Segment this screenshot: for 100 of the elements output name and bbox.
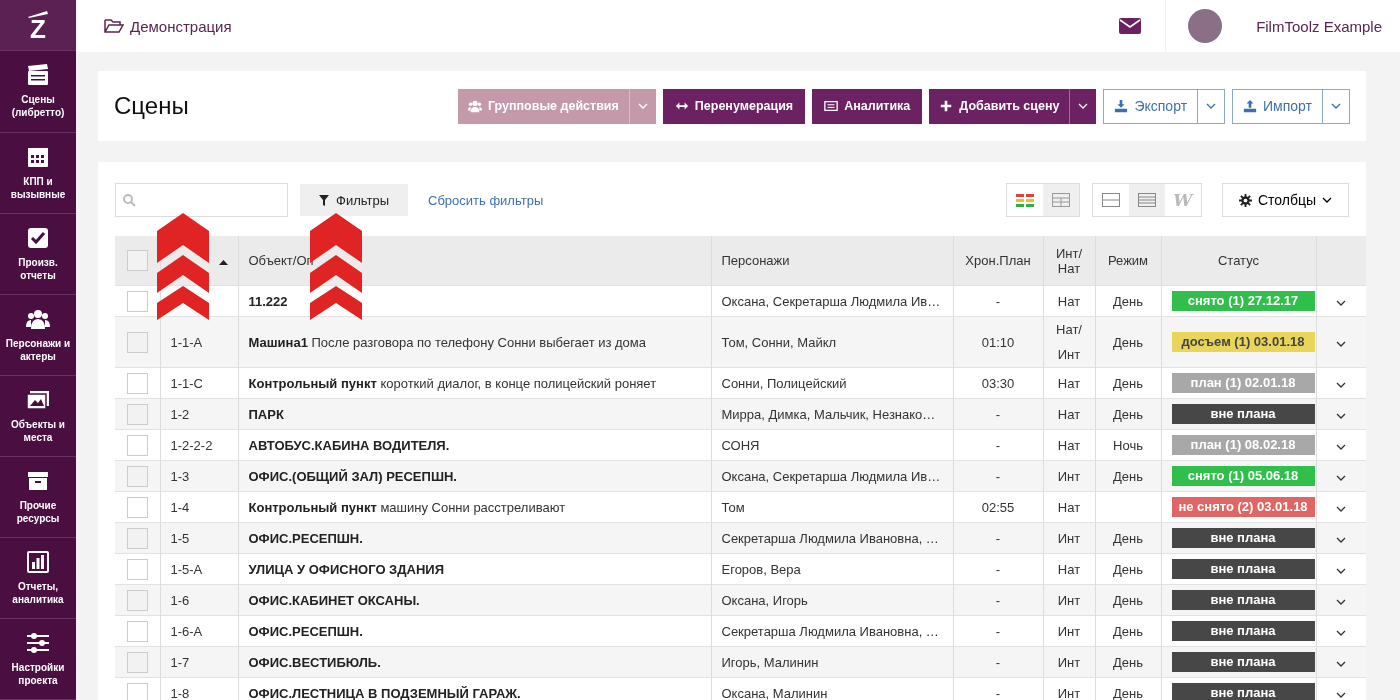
table-cell: Нат <box>1057 561 1081 577</box>
table-cell: Нат <box>1057 499 1081 515</box>
sidebar-item[interactable]: Отчеты, аналитика <box>0 537 76 619</box>
row-checkbox[interactable] <box>126 465 148 487</box>
expand-chevron-icon <box>1336 660 1347 667</box>
table-cell: - <box>995 592 1001 608</box>
search-field[interactable] <box>115 183 288 217</box>
group-icon <box>468 99 482 113</box>
clapperboard-icon <box>26 63 50 88</box>
table-cell: - <box>995 293 1001 309</box>
columns-button[interactable]: Столбцы <box>1221 183 1349 217</box>
row-checkbox[interactable] <box>126 651 148 673</box>
search-icon <box>123 193 136 207</box>
column-header[interactable]: Объект/Оп <box>248 253 314 268</box>
table-cell: Нат <box>1057 406 1081 422</box>
row-checkbox[interactable] <box>126 434 148 456</box>
table-cell: ОФИС.ЛЕСТНИЦА В ПОДЗЕМНЫЙ ГАРАЖ. <box>248 685 521 700</box>
action-button[interactable]: Импорт <box>1232 88 1323 124</box>
expand-chevron-icon <box>1336 412 1347 419</box>
column-header[interactable]: Персонажи <box>721 253 790 268</box>
status-badge: досъем (1) 03.01.18 <box>1171 332 1315 352</box>
colored-grid-icon <box>1015 193 1034 207</box>
table-cell: СОНЯ <box>721 437 760 453</box>
expand-chevron-icon <box>1336 629 1347 636</box>
upload-icon <box>1243 99 1258 113</box>
sidebar-item[interactable]: Объекты и места <box>0 375 76 457</box>
expand-chevron-icon <box>1336 691 1347 698</box>
table-cell: Нат <box>1057 437 1081 453</box>
table-cell: 1-3 <box>170 468 190 484</box>
table-cell: 1-8 <box>170 685 190 700</box>
table-cell: ОФИС.КАБИНЕТ ОКСАНЫ. <box>248 592 420 608</box>
table-cell: Том <box>721 499 745 515</box>
sidebar-item[interactable]: Прочие ресурсы <box>0 456 76 538</box>
table-cell: Контрольный пункт машину Сонни расстреливают <box>248 499 566 515</box>
row-checkbox[interactable] <box>126 331 148 353</box>
table-cell: 1-2-2-2 <box>170 437 213 453</box>
sidebar-item[interactable]: КПП и вызывные <box>0 132 76 214</box>
expand-chevron-icon <box>1336 381 1347 388</box>
status-badge: не снято (2) 03.01.18 <box>1171 497 1315 517</box>
checkbox-icon <box>26 225 50 250</box>
caret-icon <box>1322 197 1332 203</box>
table-cell: Инт <box>1057 530 1081 546</box>
user-avatar[interactable] <box>1188 9 1223 43</box>
reset-filters-link[interactable]: Сбросить фильтры <box>428 192 544 208</box>
table-cell: День <box>1113 623 1143 639</box>
row-checkbox[interactable] <box>126 589 148 611</box>
row-checkbox[interactable] <box>126 682 148 700</box>
table-cell: Инт <box>1057 592 1081 608</box>
filter-button[interactable]: Фильтры <box>300 184 408 216</box>
table-cell: - <box>995 685 1001 700</box>
table-cell: День <box>1113 561 1143 577</box>
table-cell: 01:10 <box>981 334 1015 350</box>
table-cell: 1-1-C <box>170 375 203 391</box>
caret-icon <box>1206 103 1217 109</box>
table-cell: - <box>995 654 1001 670</box>
table-cell: 1-5-A <box>170 561 203 577</box>
single-row-icon <box>1101 193 1120 207</box>
row-checkbox[interactable] <box>126 496 148 518</box>
action-button[interactable]: Аналитика <box>812 88 923 124</box>
page-title: Сцены <box>114 92 190 120</box>
table-cell: День <box>1113 468 1143 484</box>
row-checkbox[interactable] <box>126 558 148 580</box>
row-checkbox[interactable] <box>126 620 148 642</box>
table-cell: Ночь <box>1113 437 1143 453</box>
download-icon <box>1114 99 1129 113</box>
table-cell: 1-6 <box>170 592 190 608</box>
table-icon <box>1051 193 1070 207</box>
table-cell: Нат <box>1057 375 1081 391</box>
column-header[interactable]: Режим <box>1107 253 1149 268</box>
view-toggle[interactable] <box>1042 184 1079 216</box>
expand-chevron-icon <box>1336 340 1347 347</box>
breadcrumb-link[interactable]: Демонстрация <box>130 17 232 35</box>
select-all-checkbox[interactable] <box>126 250 148 271</box>
status-badge: вне плана <box>1171 559 1315 579</box>
sidebar-item[interactable]: Настройки проекта <box>0 618 76 700</box>
table-cell: ОФИС.РЕСЕПШН. <box>248 623 363 639</box>
table-cell: Мирра, Димка, Мальчик, Незнако… <box>721 406 936 422</box>
table-cell: Оксана, Секретарша Людмила Ив… <box>721 468 941 484</box>
list-icon <box>824 99 839 113</box>
sidebar-item[interactable]: Сцены (либретто) <box>0 51 76 133</box>
action-button[interactable]: Экспорт <box>1103 88 1199 124</box>
table-cell: Сонни, Полицейский <box>721 375 847 391</box>
table-cell: ОФИС.ВЕСТИБЮЛЬ. <box>248 654 381 670</box>
app-logo[interactable]: Z <box>0 0 76 52</box>
sidebar-item[interactable]: Произв. отчеты <box>0 213 76 295</box>
row-mode-toggle[interactable] <box>1128 184 1165 216</box>
row-checkbox[interactable] <box>126 372 148 394</box>
action-button[interactable]: Добавить сцену <box>929 88 1070 124</box>
expand-chevron-icon <box>1336 536 1347 543</box>
sidebar-item[interactable]: Персонажи и актеры <box>0 294 76 376</box>
action-button[interactable]: Перенумерация <box>662 88 806 124</box>
column-header[interactable]: Статус <box>1217 253 1260 268</box>
row-checkbox[interactable] <box>126 290 148 312</box>
table-cell: День <box>1113 592 1143 608</box>
mail-icon[interactable] <box>1119 18 1142 34</box>
expand-chevron-icon <box>1336 505 1347 512</box>
row-checkbox[interactable] <box>126 527 148 549</box>
user-name[interactable]: FilmToolz Example <box>1256 17 1382 35</box>
up-chevrons-icon <box>157 213 209 320</box>
row-checkbox[interactable] <box>126 403 148 425</box>
